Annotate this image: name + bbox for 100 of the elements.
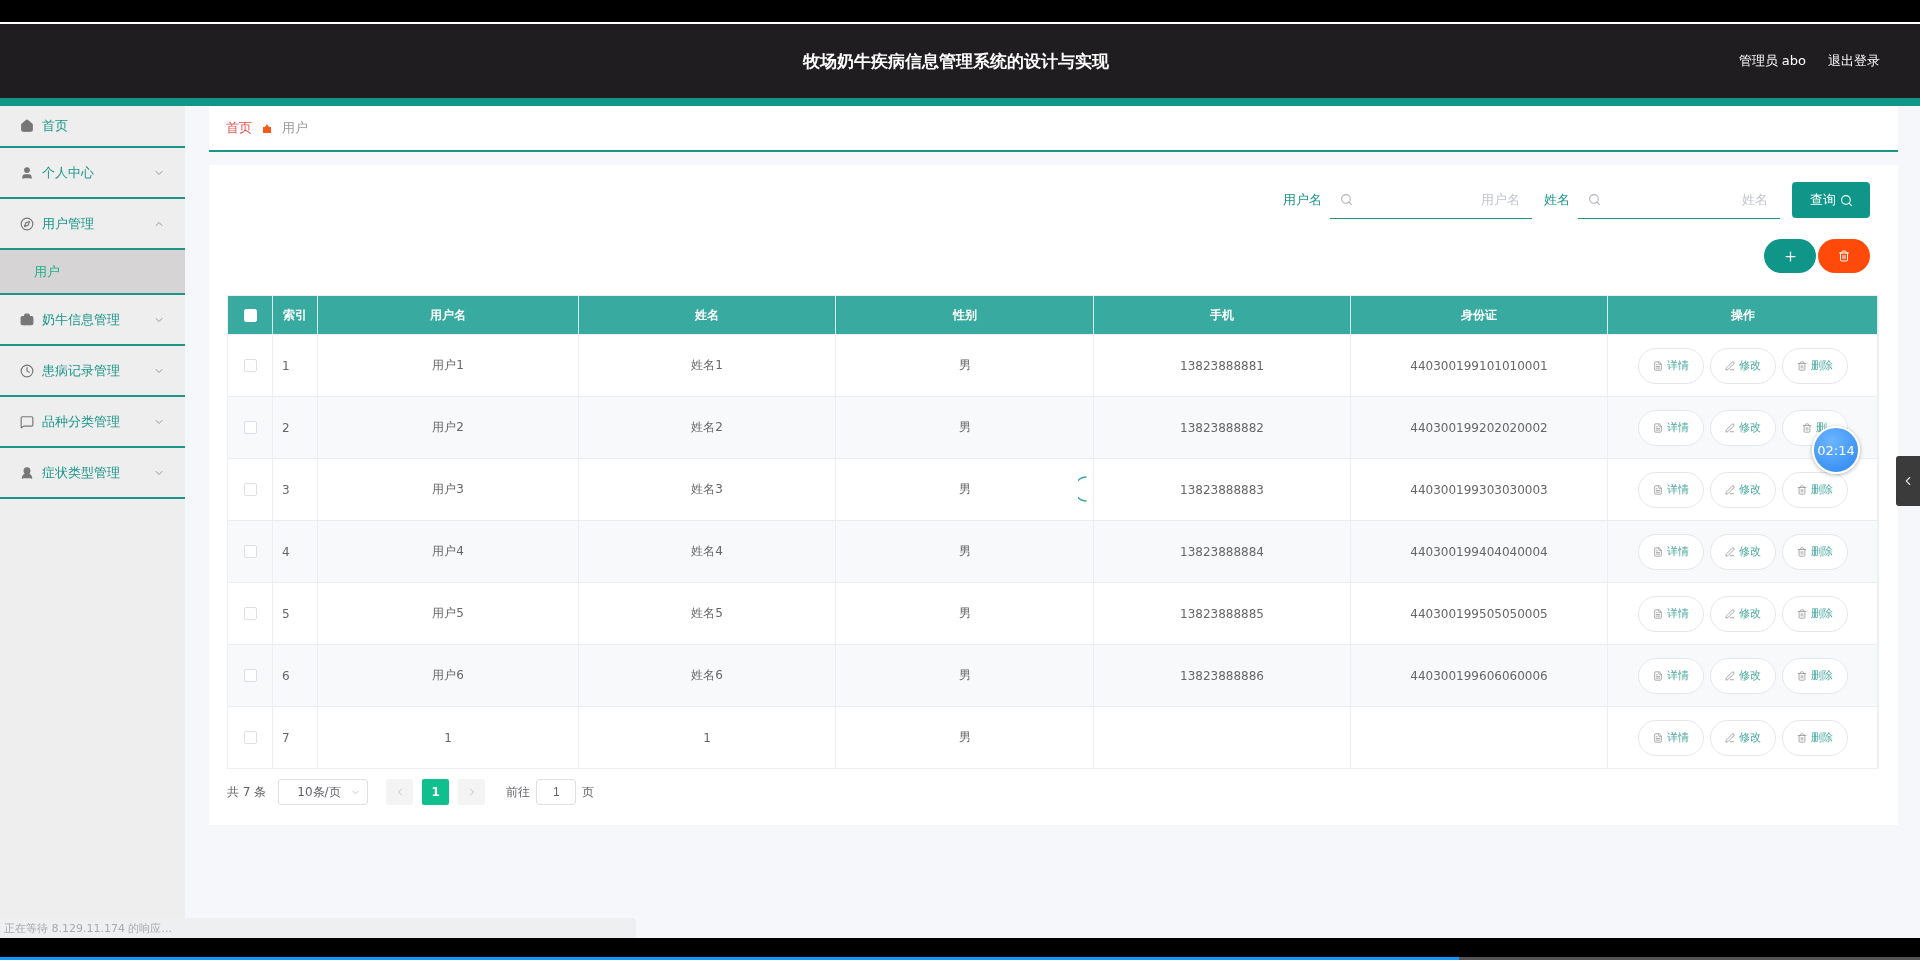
table-cell: 5 <box>282 606 290 621</box>
table-cell: 7 <box>282 730 290 745</box>
delete-button[interactable]: 删除 <box>1781 533 1848 570</box>
row-checkbox[interactable] <box>243 731 257 744</box>
detail-button[interactable]: 详情 <box>1637 347 1704 384</box>
table-cell: 用户1 <box>432 357 464 374</box>
sidebar-label: 个人中心 <box>42 163 95 182</box>
document-icon <box>1652 608 1663 619</box>
table-cell: 姓名3 <box>691 481 723 498</box>
table-cell: 440300199505050005 <box>1410 606 1548 621</box>
table-cell: 440300199202020002 <box>1410 420 1548 435</box>
pen-icon <box>1724 546 1735 557</box>
search-icon <box>1588 193 1601 206</box>
sidebar-item[interactable]: 患病记录管理 <box>0 346 185 397</box>
pen-icon <box>1724 732 1735 743</box>
search-field[interactable]: 用户名 <box>1359 191 1522 208</box>
table-cell: 440300199101010001 <box>1410 358 1548 373</box>
row-checkbox[interactable] <box>243 545 257 558</box>
detail-button[interactable]: 详情 <box>1637 471 1704 508</box>
delete-button[interactable]: 删除 <box>1781 719 1848 756</box>
row-checkbox[interactable] <box>243 359 257 372</box>
add-button[interactable] <box>1764 239 1816 273</box>
pen-icon <box>1724 422 1735 433</box>
breadcrumb-link[interactable]: 首页 <box>226 119 252 137</box>
table-cell: 男 <box>958 481 971 498</box>
delete-button[interactable]: 删除 <box>1781 657 1848 694</box>
app-title: 牧场奶牛疾病信息管理系统的设计与实现 <box>801 49 1110 73</box>
field-label: 用户名 <box>1283 191 1322 209</box>
edit-button[interactable]: 修改 <box>1709 409 1776 446</box>
trash-icon <box>1802 422 1812 433</box>
pen-icon <box>1724 670 1735 681</box>
person-icon <box>20 465 34 480</box>
row-checkbox[interactable] <box>243 421 257 434</box>
page-input[interactable]: 1 <box>536 779 577 805</box>
table-cell: 2 <box>282 420 290 435</box>
table-cell: 13823888881 <box>1180 358 1264 373</box>
sidebar-item[interactable]: 症状类型管理 <box>0 448 185 499</box>
edit-button[interactable]: 修改 <box>1709 595 1776 632</box>
delete-button[interactable]: 删除 <box>1781 595 1848 632</box>
detail-button[interactable]: 详情 <box>1637 657 1704 694</box>
edit-button[interactable]: 修改 <box>1709 347 1776 384</box>
side-toggle-button[interactable] <box>1896 456 1920 506</box>
goto-label: 前往 <box>506 783 531 801</box>
pen-icon <box>1724 608 1735 619</box>
trash-icon <box>1838 250 1850 262</box>
trash-icon <box>1796 670 1807 681</box>
delete-button[interactable] <box>1818 239 1870 273</box>
logout-link[interactable]: 退出登录 <box>1828 52 1880 70</box>
detail-button[interactable]: 详情 <box>1637 719 1704 756</box>
delete-button[interactable]: 删除 <box>1781 471 1848 508</box>
sidebar-label: 用户管理 <box>42 214 95 233</box>
table-cell: 姓名4 <box>691 543 723 560</box>
edit-button[interactable]: 修改 <box>1709 657 1776 694</box>
table-cell: 440300199303030003 <box>1410 482 1548 497</box>
sidebar-item[interactable]: 个人中心 <box>0 148 185 199</box>
table-cell: 姓名6 <box>691 667 723 684</box>
document-icon <box>1652 546 1663 557</box>
sidebar-label: 患病记录管理 <box>42 361 121 380</box>
table-cell: 姓名1 <box>691 357 723 374</box>
row-checkbox[interactable] <box>243 607 257 620</box>
document-icon <box>1652 360 1663 371</box>
table-cell: 姓名2 <box>691 419 723 436</box>
sidebar-item[interactable]: 奶牛信息管理 <box>0 295 185 346</box>
field-label: 姓名 <box>1544 191 1570 209</box>
delete-button[interactable]: 删除 <box>1781 347 1848 384</box>
sidebar-subitem[interactable]: 用户 <box>0 250 185 295</box>
select-all-checkbox[interactable] <box>243 308 257 322</box>
row-checkbox[interactable] <box>243 483 257 496</box>
breadcrumb-link[interactable]: 用户 <box>282 119 308 137</box>
page-button[interactable]: 1 <box>422 779 450 805</box>
detail-button[interactable]: 详情 <box>1637 533 1704 570</box>
page-size-select[interactable]: 10条/页 <box>278 779 369 805</box>
table-cell: 用户6 <box>432 667 464 684</box>
query-button[interactable]: 查询 <box>1792 182 1870 218</box>
video-progress-bar[interactable] <box>0 957 1920 960</box>
chat-icon <box>20 414 34 429</box>
row-checkbox[interactable] <box>243 669 257 682</box>
separator-icon <box>262 123 272 133</box>
trash-icon <box>1796 546 1807 557</box>
table-cell: 男 <box>958 667 971 684</box>
next-page-button[interactable] <box>458 779 486 805</box>
edit-button[interactable]: 修改 <box>1709 719 1776 756</box>
sidebar-item[interactable]: 首页 <box>0 106 185 148</box>
detail-button[interactable]: 详情 <box>1637 595 1704 632</box>
plus-icon <box>1782 248 1798 264</box>
trash-icon <box>1796 484 1807 495</box>
trash-icon <box>1796 360 1807 371</box>
detail-button[interactable]: 详情 <box>1637 409 1704 446</box>
search-icon <box>1839 193 1853 207</box>
table-cell: 13823888885 <box>1180 606 1264 621</box>
sidebar-item[interactable]: 品种分类管理 <box>0 397 185 448</box>
search-field[interactable]: 姓名 <box>1607 191 1770 208</box>
edit-button[interactable]: 修改 <box>1709 533 1776 570</box>
document-icon <box>1652 484 1663 495</box>
table-cell: 1 <box>703 730 711 745</box>
table-cell: 440300199606060006 <box>1410 668 1548 683</box>
prev-page-button[interactable] <box>386 779 414 805</box>
edit-button[interactable]: 修改 <box>1709 471 1776 508</box>
table-cell: 13823888883 <box>1180 482 1264 497</box>
table-cell: 4 <box>282 544 290 559</box>
